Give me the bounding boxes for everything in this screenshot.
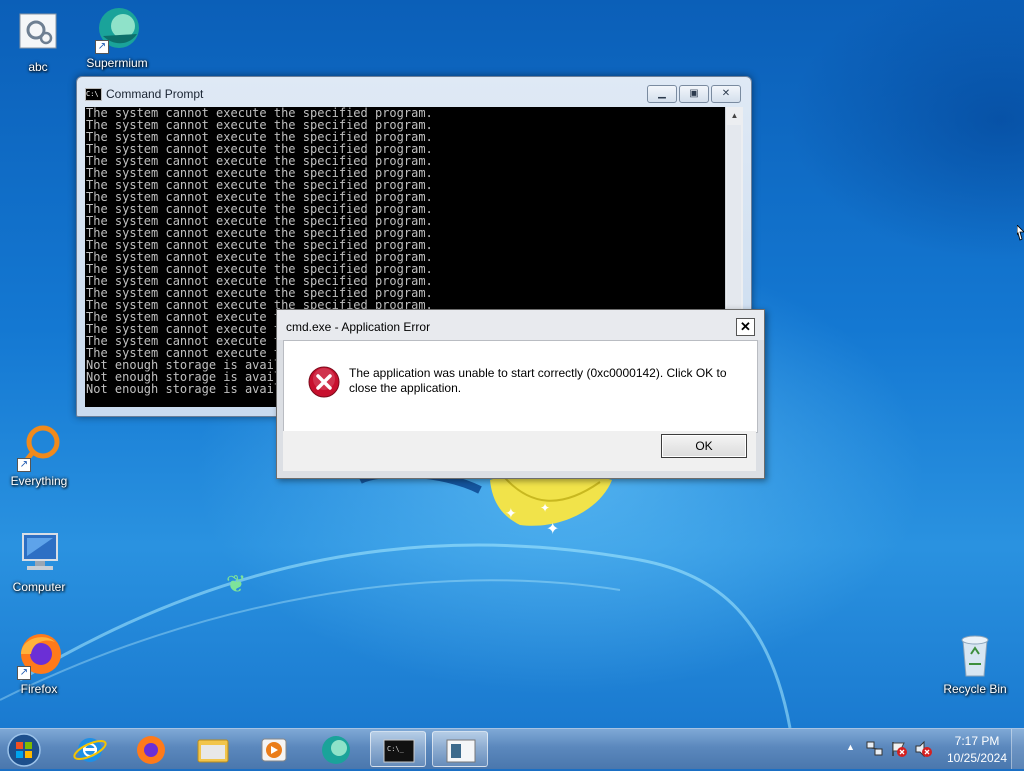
- svg-text:C:\_: C:\_: [387, 745, 405, 753]
- taskbar-media-player[interactable]: [246, 731, 302, 767]
- desktop-icon-label: abc: [28, 60, 48, 74]
- dialog-title: cmd.exe - Application Error: [286, 320, 431, 334]
- command-prompt-icon: C:\_: [383, 739, 415, 763]
- desktop-icon-computer[interactable]: Computer: [1, 530, 77, 594]
- close-button[interactable]: ✕: [711, 85, 741, 103]
- start-button[interactable]: [4, 731, 44, 767]
- show-desktop-button[interactable]: [1011, 729, 1024, 769]
- taskbar-command-prompt[interactable]: C:\_: [370, 731, 426, 767]
- svg-text:✦: ✦: [546, 521, 559, 538]
- network-icon[interactable]: [866, 740, 884, 758]
- maximize-button[interactable]: ▣: [679, 85, 709, 103]
- action-center-flag-icon[interactable]: [890, 740, 908, 758]
- command-prompt-icon: C:\: [85, 88, 102, 101]
- everything-search-icon: ↗: [15, 424, 63, 472]
- desktop-icon-firefox[interactable]: ↗ Firefox: [1, 632, 77, 696]
- taskbar: C:\_ ▲ 7:17 PM 10/25/2024: [0, 728, 1024, 769]
- scroll-up-icon[interactable]: ▲: [726, 107, 743, 124]
- shortcut-arrow-icon: ↗: [17, 666, 31, 680]
- application-error-dialog[interactable]: cmd.exe - Application Error ✕ The applic…: [276, 309, 765, 479]
- minimize-icon: ▁: [658, 88, 666, 99]
- svg-text:✦: ✦: [540, 501, 550, 515]
- desktop-icon-label: Firefox: [20, 682, 58, 696]
- windows-orb-icon: [7, 733, 41, 767]
- maximize-icon: ▣: [689, 88, 699, 99]
- ok-button[interactable]: OK: [661, 434, 747, 458]
- desktop-icon-label: Everything: [10, 474, 68, 488]
- firefox-icon: [137, 736, 165, 764]
- error-message: The application was unable to start corr…: [349, 366, 727, 395]
- supermium-icon: [322, 736, 350, 764]
- firefox-icon: ↗: [15, 632, 63, 680]
- cmd-window-title: Command Prompt: [106, 87, 204, 101]
- close-icon: ✕: [721, 88, 731, 99]
- clock-date[interactable]: 10/25/2024: [939, 751, 1015, 765]
- desktop-icon-supermium[interactable]: ↗ Supermium: [79, 6, 155, 70]
- cmd-titlebar[interactable]: C:\ Command Prompt ▁ ▣ ✕: [77, 77, 751, 107]
- taskbar-application-error[interactable]: [432, 731, 488, 767]
- svg-text:✦: ✦: [505, 505, 517, 521]
- taskbar-internet-explorer[interactable]: [62, 731, 118, 767]
- svg-text:❦: ❦: [226, 571, 246, 598]
- minimize-button[interactable]: ▁: [647, 85, 677, 103]
- desktop-icon-label: Recycle Bin: [943, 682, 1007, 696]
- desktop: ✦ ✦ ✦ ❦ abc ↗ Supermium ↗ Everything Com…: [0, 0, 1024, 728]
- supermium-icon: ↗: [93, 6, 141, 54]
- show-hidden-icons-icon[interactable]: ▲: [846, 742, 855, 752]
- dialog-titlebar[interactable]: cmd.exe - Application Error ✕: [277, 310, 764, 340]
- taskbar-supermium[interactable]: [308, 731, 364, 767]
- close-icon: ✕: [740, 319, 751, 334]
- mouse-cursor-icon: [1017, 225, 1024, 241]
- taskbar-firefox[interactable]: [123, 731, 179, 767]
- shortcut-arrow-icon: ↗: [95, 40, 109, 54]
- dialog-body: The application was unable to start corr…: [283, 340, 758, 433]
- taskbar-file-explorer[interactable]: [185, 731, 241, 767]
- desktop-icon-recycle-bin[interactable]: Recycle Bin: [937, 632, 1013, 696]
- error-icon: [308, 366, 340, 398]
- desktop-icon-label: Computer: [12, 580, 66, 594]
- system-tray: ▲ 7:17 PM 10/25/2024: [842, 729, 1024, 769]
- dialog-close-button[interactable]: ✕: [736, 318, 755, 336]
- media-player-icon: [261, 738, 287, 762]
- recycle-bin-icon: [951, 632, 999, 680]
- window-icon: [446, 739, 476, 763]
- settings-shortcut-icon: [14, 10, 62, 58]
- desktop-icon-label: Supermium: [86, 56, 148, 70]
- clock-time[interactable]: 7:17 PM: [947, 734, 1007, 748]
- folder-icon: [197, 739, 229, 763]
- computer-monitor-icon: [15, 530, 63, 578]
- volume-muted-icon[interactable]: [914, 740, 932, 758]
- internet-explorer-icon: [73, 738, 107, 762]
- shortcut-arrow-icon: ↗: [17, 458, 31, 472]
- desktop-icon-abc[interactable]: abc: [0, 10, 76, 74]
- desktop-icon-everything[interactable]: ↗ Everything: [1, 424, 77, 488]
